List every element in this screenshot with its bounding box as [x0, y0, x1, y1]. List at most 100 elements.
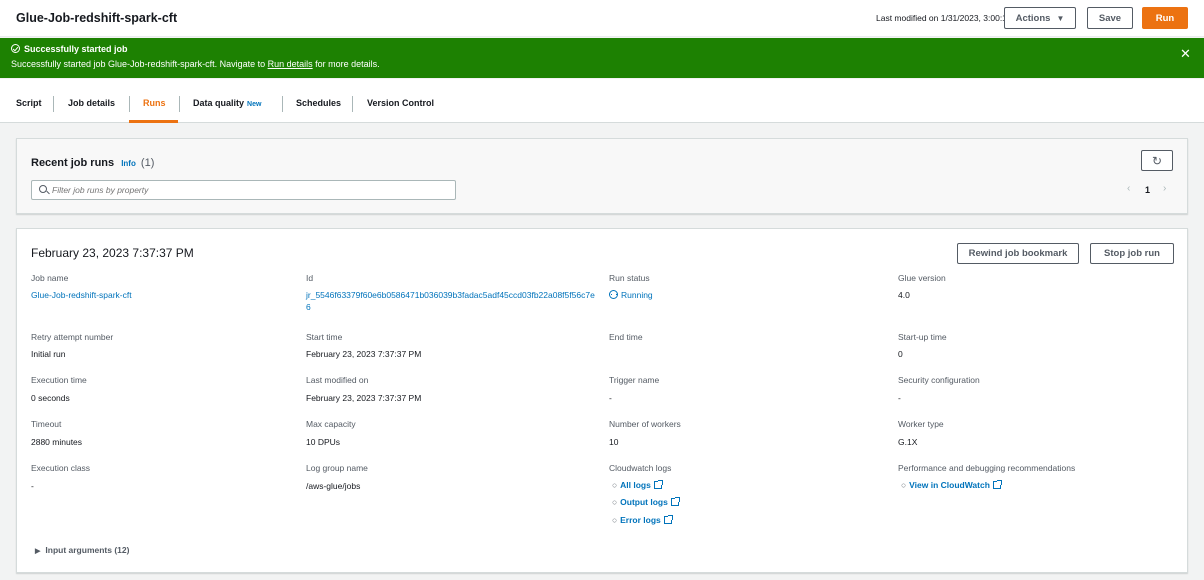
log-group-label: Log group name	[306, 463, 368, 473]
tab-schedules[interactable]: Schedules	[296, 98, 341, 108]
glue-version-value: 4.0	[898, 290, 910, 300]
run-date-heading: February 23, 2023 7:37:37 PM	[31, 246, 194, 260]
success-flash-banner: Successfully started job Successfully st…	[0, 38, 1204, 78]
end-time-label: End time	[609, 332, 643, 342]
tab-job-details[interactable]: Job details	[68, 98, 115, 108]
external-link-icon	[653, 480, 663, 489]
bullet: ○	[901, 480, 907, 490]
max-capacity-value: 10 DPUs	[306, 437, 341, 447]
run-status-value: Running	[609, 290, 653, 300]
success-check-icon	[11, 44, 20, 53]
bullet: ○	[612, 480, 618, 490]
perf-recommendations-label: Performance and debugging recommendation…	[898, 463, 1076, 473]
tab-divider	[129, 96, 130, 112]
retry-attempt-value: Initial run	[31, 349, 66, 359]
last-modified-value: February 23, 2023 7:37:37 PM	[306, 393, 422, 403]
actions-button[interactable]: Actions ▼	[1004, 7, 1076, 29]
stop-job-run-button[interactable]: Stop job run	[1090, 243, 1174, 264]
startup-time-value: 0	[898, 349, 903, 359]
last-modified-label: Last modified on	[306, 375, 369, 385]
timeout-value: 2880 minutes	[31, 437, 83, 447]
flash-message-after: for more details.	[312, 59, 380, 69]
timeout-label: Timeout	[31, 419, 62, 429]
id-label: Id	[306, 273, 314, 283]
tab-script[interactable]: Script	[16, 98, 42, 108]
start-time-value: February 23, 2023 7:37:37 PM	[306, 349, 422, 359]
job-name-label: Job name	[31, 273, 69, 283]
page-number[interactable]: 1	[1145, 185, 1150, 195]
view-in-cloudwatch-label: View in CloudWatch	[909, 480, 990, 490]
input-arguments-label: Input arguments (12)	[45, 545, 130, 555]
num-workers-value: 10	[609, 437, 619, 447]
running-status-icon	[609, 290, 618, 299]
run-details-link[interactable]: Run details	[268, 59, 313, 69]
trigger-name-label: Trigger name	[609, 375, 660, 385]
page-title: Glue-Job-redshift-spark-cft	[16, 11, 178, 25]
caret-down-icon: ▼	[1056, 13, 1065, 23]
input-arguments-expander[interactable]: ▶ Input arguments (12)	[35, 545, 129, 555]
run-id-link[interactable]: jr_5546f63379f60e6b0586471b036039b3fadac…	[306, 289, 598, 313]
view-in-cloudwatch-link[interactable]: ○ View in CloudWatch	[901, 480, 1002, 490]
recent-job-runs-panel: Recent job runs Info (1) ↻ ‹ 1 ›	[16, 138, 1188, 214]
run-button[interactable]: Run	[1142, 7, 1188, 29]
refresh-button[interactable]: ↻	[1141, 150, 1173, 171]
bullet: ○	[612, 497, 618, 507]
tab-bar: Script Job details Runs Data quality New …	[0, 79, 1204, 123]
cloudwatch-logs-label: Cloudwatch logs	[609, 463, 672, 473]
bullet: ○	[612, 515, 618, 525]
tab-data-quality-label: Data quality	[193, 98, 245, 108]
job-name-link[interactable]: Glue-Job-redshift-spark-cft	[31, 290, 132, 300]
execution-time-value: 0 seconds	[31, 393, 70, 403]
caret-right-icon: ▶	[35, 548, 41, 555]
external-link-icon	[670, 497, 680, 506]
all-logs-label: All logs	[620, 480, 651, 490]
job-run-details-panel: February 23, 2023 7:37:37 PM Rewind job …	[16, 228, 1188, 573]
chevron-left-icon[interactable]: ‹	[1127, 183, 1130, 194]
refresh-icon: ↻	[1151, 153, 1163, 168]
tab-divider	[179, 96, 180, 112]
max-capacity-label: Max capacity	[306, 419, 356, 429]
flash-message: Successfully started job Glue-Job-redshi…	[11, 59, 380, 69]
output-logs-link[interactable]: ○ Output logs	[612, 497, 680, 507]
all-logs-link[interactable]: ○ All logs	[612, 480, 663, 490]
filter-job-runs-input[interactable]	[52, 183, 452, 197]
start-time-label: Start time	[306, 332, 343, 342]
glue-version-label: Glue version	[898, 273, 946, 283]
recent-job-runs-title: Recent job runs	[31, 157, 115, 169]
tab-divider	[282, 96, 283, 112]
filter-job-runs-field[interactable]	[31, 180, 456, 200]
tab-runs[interactable]: Runs	[143, 98, 166, 108]
tab-version-control[interactable]: Version Control	[367, 98, 434, 108]
runs-count: (1)	[140, 157, 155, 169]
close-icon[interactable]: ✕	[1180, 46, 1191, 62]
tab-divider	[352, 96, 353, 112]
error-logs-link[interactable]: ○ Error logs	[612, 515, 673, 525]
page-header: Glue-Job-redshift-spark-cft Last modifie…	[0, 0, 1204, 37]
tab-divider	[53, 96, 54, 112]
info-link[interactable]: Info	[121, 159, 136, 168]
run-status-label: Run status	[609, 273, 650, 283]
worker-type-value: G.1X	[898, 437, 918, 447]
run-status-text: Running	[621, 290, 653, 300]
rewind-job-bookmark-button[interactable]: Rewind job bookmark	[957, 243, 1079, 264]
save-button[interactable]: Save	[1087, 7, 1133, 29]
execution-class-value: -	[31, 481, 34, 491]
startup-time-label: Start-up time	[898, 332, 947, 342]
tab-data-quality[interactable]: Data quality New	[193, 98, 261, 108]
security-config-value: -	[898, 393, 901, 403]
worker-type-label: Worker type	[898, 419, 944, 429]
flash-message-before: Successfully started job Glue-Job-redshi…	[11, 59, 268, 69]
retry-attempt-label: Retry attempt number	[31, 332, 114, 342]
active-tab-indicator	[129, 120, 178, 123]
error-logs-label: Error logs	[620, 515, 661, 525]
external-link-icon	[992, 480, 1002, 489]
chevron-right-icon[interactable]: ›	[1163, 183, 1166, 194]
flash-title: Successfully started job	[24, 44, 128, 54]
log-group-value: /aws-glue/jobs	[306, 481, 361, 491]
search-icon	[39, 185, 47, 193]
execution-time-label: Execution time	[31, 375, 87, 385]
trigger-name-value: -	[609, 393, 612, 403]
new-badge: New	[247, 101, 262, 108]
recent-job-runs-heading: Recent job runs Info (1)	[31, 157, 154, 169]
output-logs-label: Output logs	[620, 497, 668, 507]
